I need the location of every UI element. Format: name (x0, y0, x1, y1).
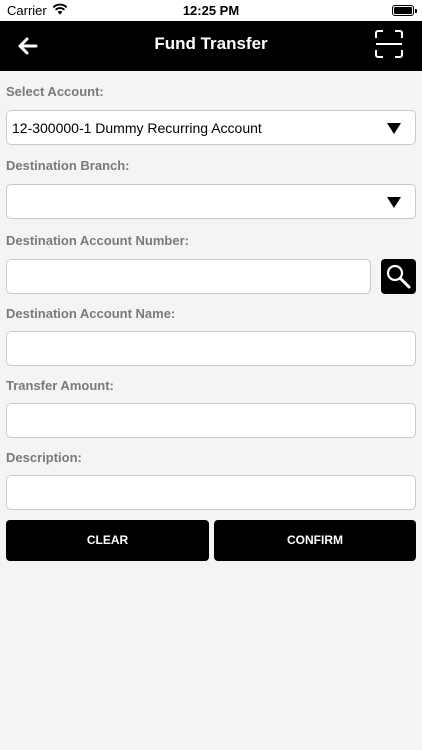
destination-account-number-input[interactable] (6, 259, 371, 294)
destination-account-name-input[interactable] (6, 331, 416, 366)
dropdown-caret-icon (387, 123, 401, 134)
transfer-amount-input[interactable] (6, 403, 416, 438)
description-input[interactable] (6, 475, 416, 510)
transfer-amount-label: Transfer Amount: (6, 378, 114, 393)
clock: 12:25 PM (182, 3, 240, 18)
account-search-button[interactable] (381, 259, 416, 294)
destination-account-number-label: Destination Account Number: (6, 233, 189, 248)
select-account-value: 12-300000-1 Dummy Recurring Account (12, 120, 262, 136)
select-account-dropdown[interactable]: 12-300000-1 Dummy Recurring Account (6, 110, 416, 145)
dropdown-caret-icon (387, 197, 401, 208)
description-label: Description: (6, 450, 82, 465)
confirm-button[interactable]: CONFIRM (214, 520, 416, 561)
battery-icon (392, 5, 417, 16)
nav-bar: Fund Transfer (0, 21, 422, 71)
status-bar: Carrier 12:25 PM (0, 0, 422, 21)
select-account-label: Select Account: (6, 84, 104, 99)
destination-account-name-label: Destination Account Name: (6, 306, 176, 321)
destination-branch-dropdown[interactable] (6, 184, 416, 219)
qr-scan-icon[interactable] (374, 29, 404, 59)
destination-branch-label: Destination Branch: (6, 158, 130, 173)
page-title: Fund Transfer (154, 34, 268, 53)
clear-button[interactable]: CLEAR (6, 520, 209, 561)
search-icon (386, 264, 411, 289)
